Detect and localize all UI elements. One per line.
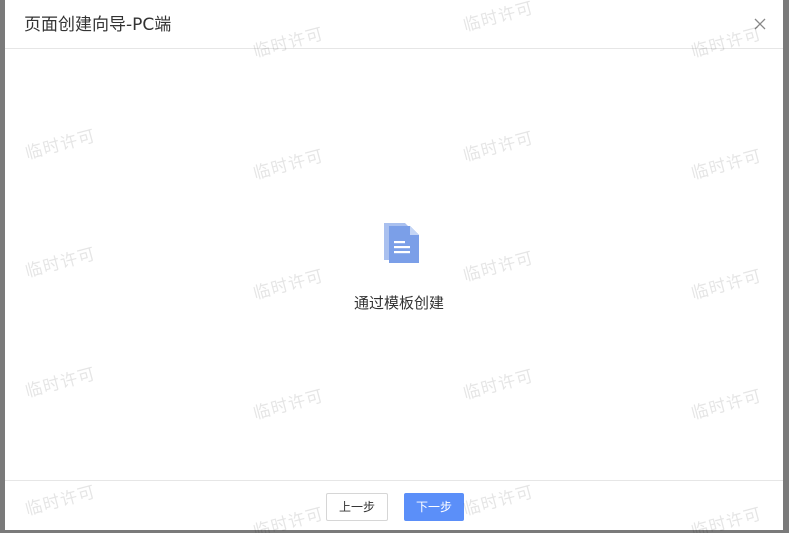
create-from-template-option[interactable]: 通过模板创建 (334, 220, 464, 320)
dialog-footer: 上一步 下一步 (5, 480, 783, 530)
create-from-template-label: 通过模板创建 (353, 294, 444, 312)
dialog-header: 页面创建向导-PC端 (5, 0, 783, 49)
page-creation-wizard-dialog: 页面创建向导-PC端 通过模板创建 上一步 下一步 (5, 0, 783, 530)
document-icon (383, 222, 421, 264)
close-icon[interactable] (751, 15, 769, 33)
dialog-body: 通过模板创建 (5, 49, 783, 480)
next-step-button[interactable]: 下一步 (404, 493, 464, 521)
previous-step-button[interactable]: 上一步 (326, 493, 388, 521)
dialog-title: 页面创建向导-PC端 (24, 15, 172, 35)
